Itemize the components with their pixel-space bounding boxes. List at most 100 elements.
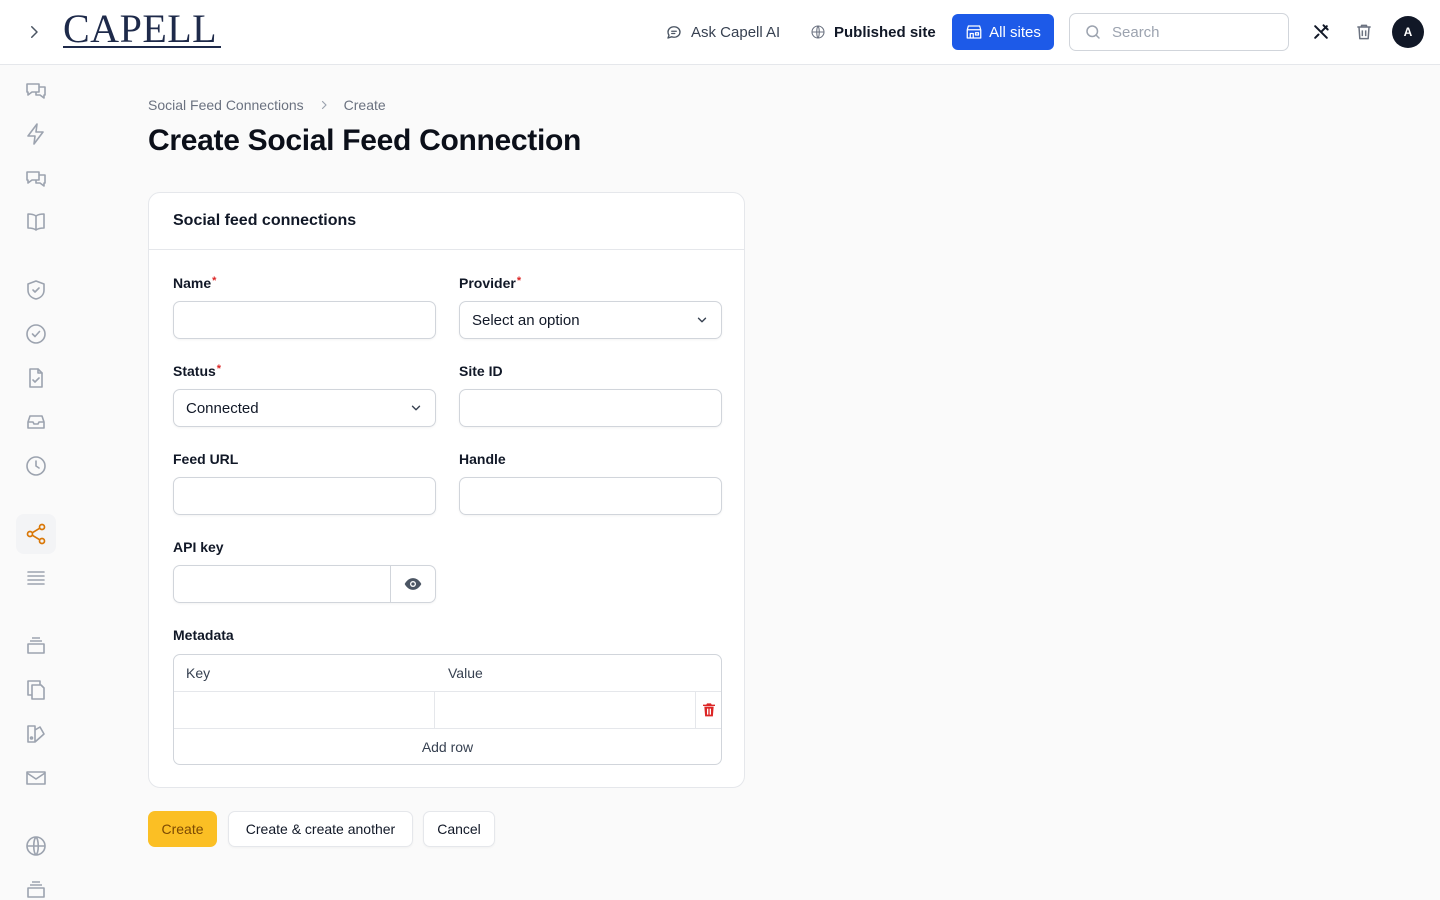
- all-sites-label: All sites: [989, 23, 1041, 41]
- sidebar-item-forms[interactable]: [16, 358, 56, 398]
- search-input[interactable]: [1112, 23, 1272, 41]
- page-title: Create Social Feed Connection: [148, 124, 582, 157]
- expand-sidebar-button[interactable]: [22, 20, 46, 44]
- metadata-key-input[interactable]: [174, 692, 435, 728]
- provider-label: Provider*: [459, 275, 522, 291]
- sidebar-item-security[interactable]: [16, 270, 56, 310]
- create-another-button[interactable]: Create & create another: [228, 811, 413, 847]
- top-bar: CAPELL Ask Capell AI Published site All …: [0, 0, 1440, 65]
- sidebar-item-comments[interactable]: [16, 158, 56, 198]
- eye-icon: [404, 578, 422, 590]
- name-field[interactable]: [174, 302, 435, 338]
- section-title: Social feed connections: [149, 193, 744, 250]
- rectangle-stack-icon: [27, 637, 45, 654]
- metadata-key-header: Key: [186, 665, 211, 681]
- logo[interactable]: CAPELL: [63, 9, 217, 49]
- sidebar-item-inbox[interactable]: [16, 402, 56, 442]
- shield-check-icon: [27, 280, 45, 300]
- swatch-icon: [27, 725, 45, 743]
- handle-label: Handle: [459, 451, 506, 467]
- site-id-field[interactable]: [460, 390, 721, 426]
- envelope-icon: [26, 771, 46, 785]
- breadcrumb: Social Feed Connections Create: [148, 97, 386, 113]
- site-id-field-wrapper: [459, 389, 722, 427]
- breadcrumb-parent-link[interactable]: Social Feed Connections: [148, 97, 304, 113]
- wrench-screwdriver-icon: [1314, 24, 1329, 39]
- breadcrumb-current: Create: [343, 97, 386, 113]
- sidebar-item-actions[interactable]: [16, 114, 56, 154]
- trash-icon: [702, 703, 715, 717]
- chat-bubble-icon: [667, 26, 681, 39]
- ask-ai-label: Ask Capell AI: [691, 23, 781, 41]
- published-site-label: Published site: [834, 23, 936, 41]
- metadata-row: [174, 692, 721, 729]
- cancel-button[interactable]: Cancel: [423, 811, 495, 847]
- delete-row-button[interactable]: [696, 692, 721, 728]
- check-circle-icon: [26, 324, 46, 344]
- chat-bubbles-icon: [26, 171, 46, 187]
- chevron-down-icon: [411, 405, 421, 411]
- inbox-stack-icon: [27, 415, 45, 429]
- status-select[interactable]: Connected: [173, 389, 436, 427]
- metadata-table: Key Value Add row: [173, 654, 722, 765]
- bolt-icon: [27, 123, 44, 145]
- create-button[interactable]: Create: [148, 811, 217, 847]
- sidebar: [0, 65, 72, 900]
- chevron-right-icon: [31, 26, 38, 38]
- search-box: [1069, 13, 1289, 51]
- feed-url-field[interactable]: [174, 478, 435, 514]
- avatar[interactable]: A: [1392, 16, 1424, 48]
- published-site-link[interactable]: Published site: [810, 20, 936, 44]
- sidebar-item-lists[interactable]: [16, 558, 56, 598]
- metadata-value-input[interactable]: [435, 692, 696, 728]
- api-key-label: API key: [173, 539, 224, 555]
- name-label: Name*: [173, 275, 217, 291]
- trash-button[interactable]: [1354, 22, 1374, 42]
- sidebar-item-collections[interactable]: [16, 626, 56, 666]
- feed-url-label: Feed URL: [173, 451, 239, 467]
- building-storefront-icon: [966, 25, 982, 39]
- add-row-button[interactable]: Add row: [174, 729, 721, 764]
- metadata-label: Metadata: [173, 627, 234, 643]
- sidebar-item-history[interactable]: [16, 446, 56, 486]
- globe-icon: [811, 25, 825, 39]
- sidebar-item-themes[interactable]: [16, 714, 56, 754]
- sidebar-item-social-feeds[interactable]: [16, 514, 56, 554]
- provider-select[interactable]: Select an option: [459, 301, 722, 339]
- share-icon: [26, 523, 46, 545]
- sidebar-item-sites[interactable]: [16, 826, 56, 866]
- chevron-down-icon: [697, 317, 707, 323]
- document-check-icon: [29, 368, 43, 388]
- api-key-field[interactable]: [174, 566, 390, 602]
- name-field-wrapper: [173, 301, 436, 339]
- status-label: Status*: [173, 363, 222, 379]
- sidebar-item-mail[interactable]: [16, 758, 56, 798]
- tools-button[interactable]: [1311, 22, 1331, 42]
- documents-icon: [27, 680, 45, 700]
- trash-icon: [1357, 24, 1371, 40]
- reveal-api-key-button[interactable]: [390, 566, 435, 602]
- status-select-value: Connected: [186, 399, 259, 417]
- list-icon: [27, 571, 45, 585]
- chat-bubbles-icon: [26, 83, 46, 99]
- search-icon: [1086, 25, 1100, 39]
- rectangle-stack-icon: [27, 881, 45, 898]
- sidebar-item-docs[interactable]: [16, 202, 56, 242]
- chevron-right-icon: [321, 100, 327, 110]
- form-card: Social feed connections Name* Provider* …: [148, 192, 745, 788]
- handle-field[interactable]: [460, 478, 721, 514]
- provider-select-value: Select an option: [472, 311, 580, 329]
- metadata-header: Key Value: [174, 655, 721, 692]
- logo-underline: [63, 46, 221, 48]
- book-icon: [27, 213, 45, 231]
- all-sites-button[interactable]: All sites: [952, 14, 1054, 50]
- handle-field-wrapper: [459, 477, 722, 515]
- sidebar-item-chat[interactable]: [16, 70, 56, 110]
- sidebar-item-approvals[interactable]: [16, 314, 56, 354]
- globe-icon: [26, 836, 46, 856]
- ask-ai-link[interactable]: Ask Capell AI: [665, 20, 780, 44]
- sidebar-item-pages[interactable]: [16, 670, 56, 710]
- feed-url-field-wrapper: [173, 477, 436, 515]
- metadata-value-header: Value: [448, 665, 483, 681]
- sidebar-item-archive[interactable]: [16, 870, 56, 900]
